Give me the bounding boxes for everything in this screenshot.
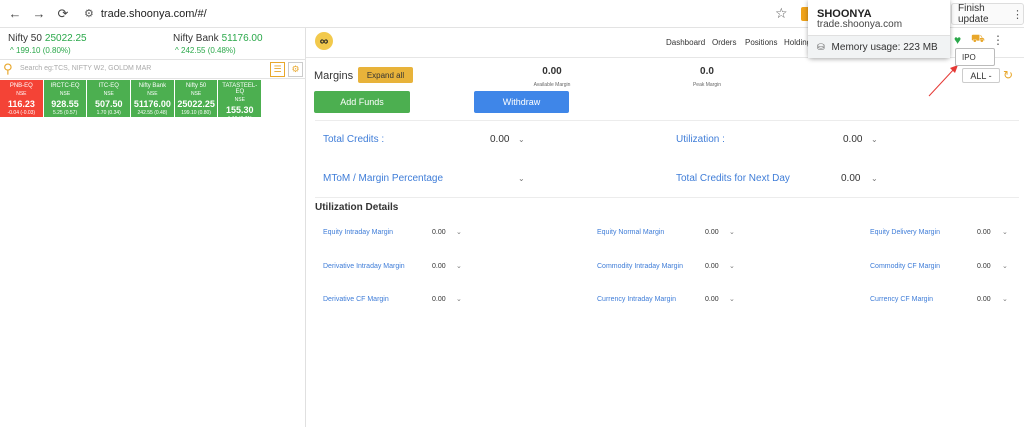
chevron-down-icon[interactable]: ⌄	[1002, 295, 1008, 303]
chevron-down-icon[interactable]: ⌄	[729, 262, 735, 270]
chevron-down-icon[interactable]: ⌄	[871, 135, 878, 144]
annotation-arrow	[928, 65, 958, 97]
index-niftybank[interactable]: Nifty Bank 51176.00	[173, 33, 263, 44]
tile-irctc[interactable]: IRCTC-EQ NSE 928.55 5.25 (0.57)	[43, 80, 88, 117]
total-credits-label: Total Credits :	[323, 134, 385, 145]
equity-delivery-value: 0.00	[977, 229, 991, 236]
chevron-down-icon[interactable]: ⌄	[518, 174, 525, 183]
equity-delivery-label: Equity Delivery Margin	[870, 229, 941, 236]
next-day-credits-value: 0.00	[841, 173, 861, 184]
forward-icon[interactable]: →	[28, 3, 50, 25]
up-caret-icon: ^	[10, 46, 14, 55]
cart-icon[interactable]: ⛟	[971, 33, 985, 47]
chevron-down-icon[interactable]: ⌄	[456, 262, 462, 270]
index-niftybank-change: ^ 242.55 (0.48%)	[175, 46, 236, 55]
tile-pnb[interactable]: PNB-EQ NSE 116.23 -0.04 (-0.03)	[0, 80, 44, 117]
chevron-down-icon[interactable]: ⌄	[456, 295, 462, 303]
currency-intraday-label: Currency Intraday Margin	[597, 296, 676, 303]
currency-cf-label: Currency CF Margin	[870, 296, 934, 303]
index-nifty50[interactable]: Nifty 50 25022.25	[8, 33, 87, 44]
derivative-cf-value: 0.00	[432, 296, 446, 303]
nav-dashboard[interactable]: Dashboard	[666, 38, 705, 47]
list-menu-icon[interactable]: ☰	[270, 62, 285, 77]
search-bar[interactable]: ⚲ Search eg:TCS, NIFTY W2, GOLDM MAR ☰ ⚙	[0, 59, 306, 79]
next-day-credits-label: Total Credits for Next Day	[676, 173, 790, 184]
margin-summary: Total Credits : 0.00 ⌄ Utilization : 0.0…	[315, 120, 1019, 198]
available-margin-value: 0.00	[542, 66, 562, 77]
add-funds-button[interactable]: Add Funds	[314, 91, 410, 113]
nav-positions[interactable]: Positions	[745, 38, 777, 47]
chevron-down-icon[interactable]: ⌄	[729, 228, 735, 236]
currency-cf-value: 0.00	[977, 296, 991, 303]
site-info-icon[interactable]: ⚙	[84, 7, 94, 20]
withdraw-button[interactable]: Withdraw	[474, 91, 569, 113]
peak-margin-label: Peak Margin	[692, 82, 722, 88]
margins-title: Margins	[314, 70, 354, 82]
equity-intraday-label: Equity Intraday Margin	[323, 229, 394, 236]
index-nifty50-change: ^ 199.10 (0.80%)	[10, 46, 71, 55]
derivative-cf-label: Derivative CF Margin	[323, 296, 389, 303]
chevron-down-icon[interactable]: ⌄	[1002, 262, 1008, 270]
bookmark-star-icon[interactable]: ☆	[775, 5, 788, 22]
equity-normal-value: 0.00	[705, 229, 719, 236]
finish-update-button[interactable]: Finish update ⋮	[951, 3, 1024, 25]
tile-tatasteel[interactable]: TATASTEEL-EQ NSE 155.30 1.10 (0.71)	[218, 80, 263, 122]
derivative-intraday-label: Derivative Intraday Margin	[323, 263, 405, 270]
commodity-cf-label: Commodity CF Margin	[870, 263, 941, 270]
commodity-intraday-label: Commodity Intraday Margin	[597, 263, 683, 270]
search-icon: ⚲	[3, 61, 13, 76]
refresh-icon[interactable]: ↻	[1003, 68, 1013, 82]
equity-intraday-value: 0.00	[432, 229, 446, 236]
ipo-menu-item[interactable]: IPO	[955, 48, 995, 66]
settings-gear-icon[interactable]: ⚙	[288, 62, 303, 77]
app-more-icon[interactable]: ⋮	[992, 33, 1004, 47]
tile-itc[interactable]: ITC-EQ NSE 507.50 1.70 (0.34)	[87, 80, 132, 117]
watchlist-tiles: PNB-EQ NSE 116.23 -0.04 (-0.03) IRCTC-EQ…	[0, 80, 306, 122]
total-credits-value: 0.00	[490, 134, 510, 145]
expand-all-button[interactable]: Expand all	[358, 67, 413, 83]
chevron-down-icon[interactable]: ⌄	[729, 295, 735, 303]
reload-icon[interactable]: ⟳	[52, 3, 74, 25]
chevron-down-icon[interactable]: ⌄	[456, 228, 462, 236]
tile-nifty50[interactable]: Nifty 50 NSE 25022.25 199.10 (0.80)	[174, 80, 219, 117]
up-caret-icon: ^	[175, 46, 179, 55]
shoonya-logo[interactable]: ∞	[315, 32, 333, 50]
kebab-menu-icon[interactable]: ⋮	[1012, 8, 1023, 21]
commodity-intraday-value: 0.00	[705, 263, 719, 270]
all-dropdown[interactable]: ALL -	[962, 68, 1000, 83]
tab-hover-card: SHOONYA trade.shoonya.com ⛁ Memory usage…	[808, 0, 950, 58]
utilization-label: Utilization :	[676, 134, 725, 145]
mtom-margin-label: MToM / Margin Percentage	[323, 173, 444, 184]
equity-normal-label: Equity Normal Margin	[597, 229, 665, 236]
tab-domain: trade.shoonya.com	[817, 19, 903, 30]
search-input[interactable]: Search eg:TCS, NIFTY W2, GOLDM MAR	[20, 65, 151, 72]
utilization-value: 0.00	[843, 134, 863, 145]
available-margin-label: Available Margin	[533, 82, 571, 88]
memory-icon: ⛁	[817, 41, 825, 52]
chevron-down-icon[interactable]: ⌄	[518, 135, 525, 144]
peak-margin-value: 0.0	[700, 66, 714, 77]
commodity-cf-value: 0.00	[977, 263, 991, 270]
chevron-down-icon[interactable]: ⌄	[871, 174, 878, 183]
health-heart-icon[interactable]: ♥	[954, 33, 961, 47]
watchlist-panel: Nifty 50 25022.25 ^ 199.10 (0.80%) Nifty …	[0, 28, 306, 427]
tile-niftybank[interactable]: Nifty Bank NSE 51176.00 242.55 (0.48)	[131, 80, 175, 117]
currency-intraday-value: 0.00	[705, 296, 719, 303]
memory-usage: ⛁ Memory usage: 223 MB	[808, 35, 950, 58]
utilization-details-title: Utilization Details	[315, 202, 399, 213]
nav-orders[interactable]: Orders	[712, 38, 736, 47]
address-bar[interactable]: trade.shoonya.com/#/	[101, 8, 207, 20]
chevron-down-icon[interactable]: ⌄	[1002, 228, 1008, 236]
derivative-intraday-value: 0.00	[432, 263, 446, 270]
back-icon[interactable]: ←	[4, 3, 26, 25]
